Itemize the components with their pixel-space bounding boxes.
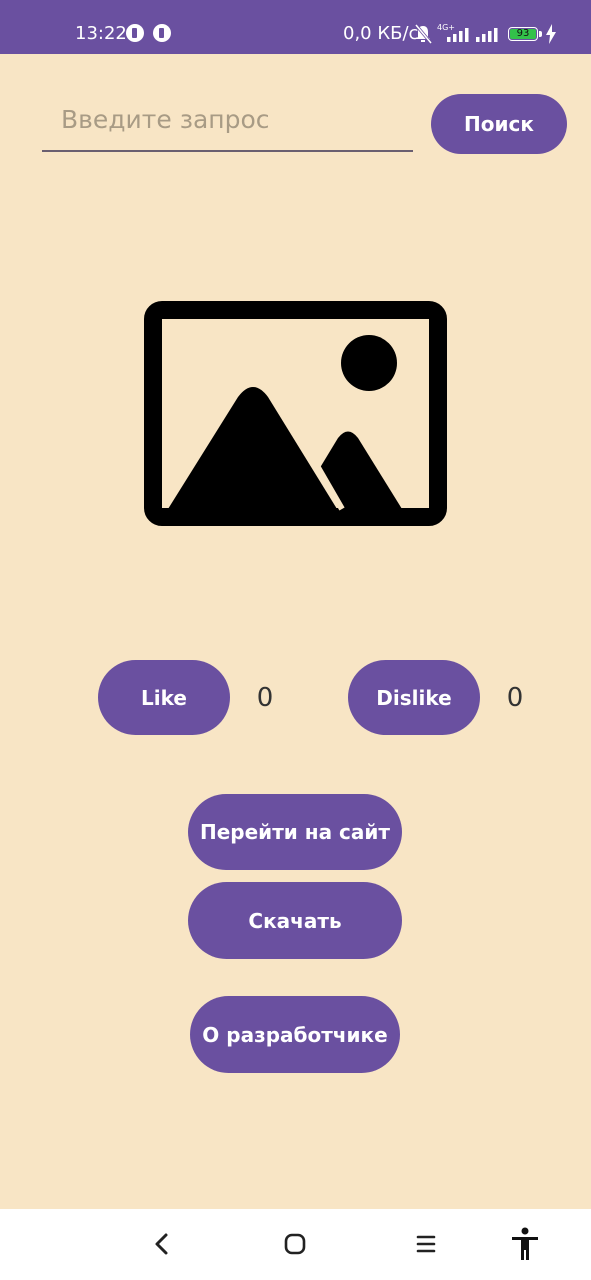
- dislike-button[interactable]: Dislike: [348, 660, 480, 735]
- menu-icon[interactable]: [408, 1226, 444, 1262]
- status-bar: 13:22 0,0 КБ/с 4G+ 93: [0, 0, 591, 54]
- battery-level: 93: [510, 29, 536, 39]
- app-notification-icon: [126, 24, 144, 42]
- app-notification-icon: [153, 24, 171, 42]
- about-developer-button[interactable]: О разработчике: [190, 996, 400, 1073]
- network-speed: 0,0 КБ/с: [343, 23, 419, 44]
- search-input[interactable]: [42, 98, 413, 152]
- status-time: 13:22: [75, 23, 127, 44]
- open-site-button[interactable]: Перейти на сайт: [188, 794, 402, 870]
- network-type-label: 4G+: [437, 23, 455, 32]
- battery-tip: [539, 31, 542, 37]
- accessibility-icon[interactable]: [507, 1226, 543, 1262]
- image-placeholder-icon: [144, 301, 447, 526]
- like-count: 0: [256, 683, 274, 713]
- mute-icon: [414, 24, 433, 44]
- search-button[interactable]: Поиск: [431, 94, 567, 154]
- dislike-count: 0: [506, 683, 524, 713]
- charging-icon: [546, 24, 556, 44]
- signal-icon: 4G+: [437, 23, 469, 42]
- back-icon[interactable]: [144, 1226, 180, 1262]
- home-icon[interactable]: [277, 1226, 313, 1262]
- like-button[interactable]: Like: [98, 660, 230, 735]
- download-button[interactable]: Скачать: [188, 882, 402, 959]
- signal-icon: [476, 28, 498, 42]
- battery-icon: 93: [508, 27, 538, 41]
- app-screen: 13:22 0,0 КБ/с 4G+ 93 Введите запрос Пои…: [0, 0, 591, 1280]
